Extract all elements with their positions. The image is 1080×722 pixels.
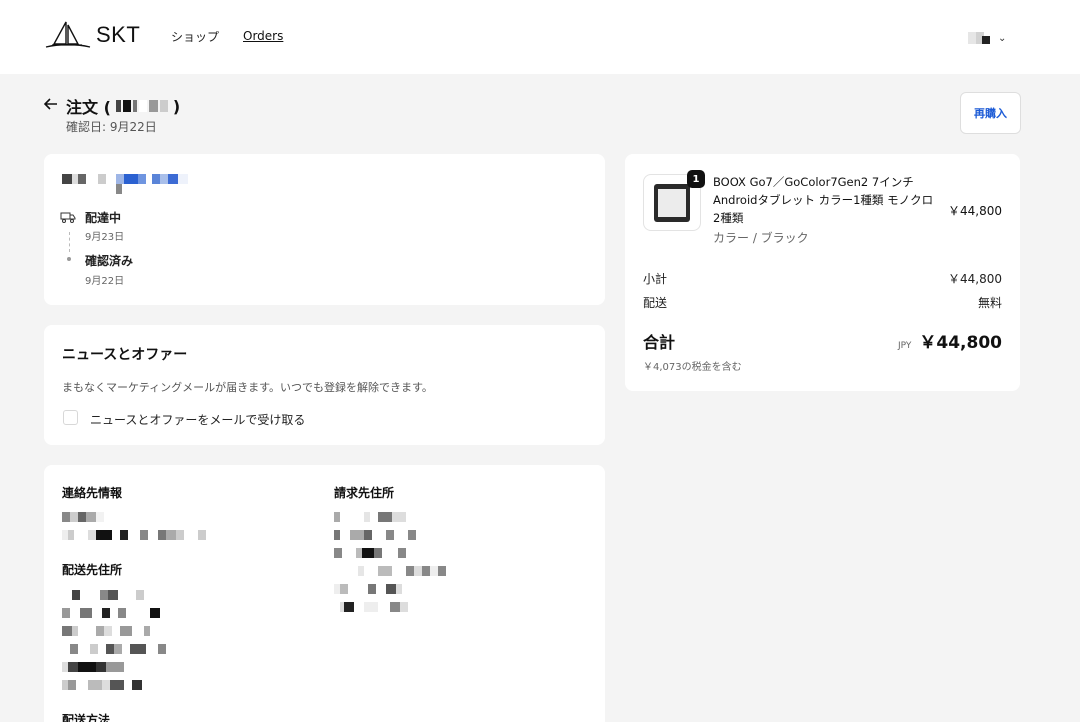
order-status-card: 配達中 9月23日 確認済み 9月22日 [44, 154, 605, 305]
brand-name: SKT [96, 22, 141, 47]
subtotal-value: ￥44,800 [948, 272, 1002, 286]
news-opt-in-checkbox[interactable] [63, 410, 78, 425]
contact-redacted-2 [62, 530, 206, 540]
shipping-redacted-2 [62, 608, 160, 618]
confirmed-date: 確認日: 9月22日 [66, 120, 157, 134]
title-suffix: ) [172, 96, 181, 116]
tax-note: ￥4,073の税金を含む [643, 362, 742, 373]
total-amount-group: JPY ￥44,800 [898, 328, 1002, 353]
currency-code: JPY [898, 341, 912, 351]
sailboat-icon [45, 21, 91, 48]
customer-info-card: 連絡先情報 請求先住所 配送先住所 配送方法 [44, 465, 605, 722]
step-label-shipping: 配達中 [85, 211, 122, 225]
contact-info-label: 連絡先情報 [62, 486, 123, 500]
shipping-redacted-6 [62, 680, 142, 690]
total-label: 合計 [643, 332, 676, 352]
title-prefix: 注文 ( [66, 98, 111, 117]
product-name: BOOX Go7／GoColor7Gen2 7インチAndroidタブレット カ… [713, 175, 934, 225]
billing-redacted-2 [334, 530, 416, 540]
brand-logo[interactable]: SKT [44, 20, 140, 50]
shipping-redacted-3 [62, 626, 150, 636]
nav-shop-link[interactable]: ショップ [171, 28, 219, 45]
product-price: ￥44,800 [948, 204, 1002, 218]
billing-redacted-1 [334, 512, 406, 522]
truck-icon [60, 212, 76, 223]
order-summary-card: 1 BOOX Go7／GoColor7Gen2 7インチAndroidタブレット… [625, 154, 1020, 391]
nav-orders-link[interactable]: Orders [243, 29, 283, 43]
chevron-down-icon: ⌄ [998, 32, 1007, 44]
billing-redacted-4 [334, 566, 446, 576]
billing-redacted-3 [334, 548, 406, 558]
quantity-badge: 1 [687, 170, 705, 188]
total-value: ￥44,800 [919, 333, 1002, 353]
billing-redacted-5 [334, 584, 402, 594]
back-arrow-icon[interactable] [42, 95, 60, 113]
avatar [968, 28, 992, 48]
shipping-label: 配送 [643, 296, 668, 310]
tracking-info-redacted [62, 174, 188, 184]
news-offers-card: ニュースとオファー まもなくマーケティングメールが届きます。いつでも登録を解除で… [44, 325, 605, 445]
shipping-row: 配送 無料 [643, 294, 1002, 311]
account-menu[interactable]: ⌄ [968, 28, 1006, 48]
shipping-redacted-4 [62, 644, 166, 654]
billing-redacted-6 [340, 602, 408, 612]
shipping-address-label: 配送先住所 [62, 563, 123, 577]
contact-redacted-1 [62, 512, 104, 522]
order-number-redacted [115, 100, 169, 112]
step-date-confirmed: 9月22日 [85, 276, 125, 287]
news-description: まもなくマーケティングメールが届きます。いつでも登録を解除できます。 [62, 381, 433, 394]
shipping-redacted-5 [62, 662, 124, 672]
news-title: ニュースとオファー [62, 347, 188, 363]
step-label-confirmed: 確認済み [85, 254, 134, 268]
dot-icon [67, 257, 71, 261]
news-opt-in-label[interactable]: ニュースとオファーをメールで受け取る [90, 411, 305, 428]
shipping-redacted-1 [62, 590, 144, 600]
subtotal-row: 小計 ￥44,800 [643, 270, 1002, 287]
step-date-shipping: 9月23日 [85, 232, 125, 243]
page-title: 注文 ( ) [66, 94, 180, 118]
shipping-value: 無料 [977, 296, 1002, 310]
total-row: 合計 JPY ￥44,800 [643, 328, 1002, 354]
subtotal-label: 小計 [643, 272, 668, 286]
billing-address-label: 請求先住所 [334, 486, 395, 500]
shipping-method-label: 配送方法 [62, 713, 111, 722]
site-header: SKT ショップ Orders ⌄ [0, 0, 1080, 74]
product-variant: カラー / ブラック [713, 231, 809, 245]
tablet-icon [654, 184, 690, 222]
rebuy-button[interactable]: 再購入 [960, 92, 1021, 134]
tracking-info-redacted-2 [116, 184, 122, 194]
timeline-connector [69, 232, 70, 252]
